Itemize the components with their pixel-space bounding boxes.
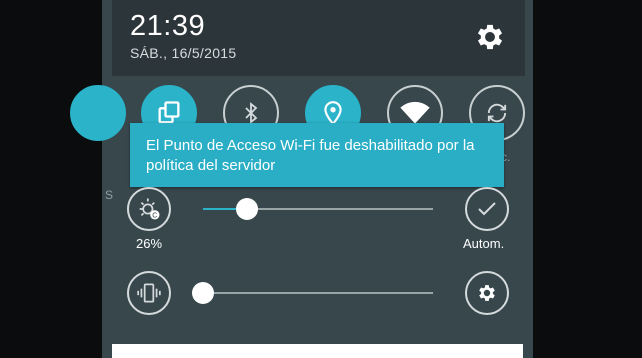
toast-message: El Punto de Acceso Wi-Fi fue deshabilita… <box>130 123 504 187</box>
qs-partial-toggle-icon[interactable] <box>70 85 126 141</box>
clock-time: 21:39 <box>130 10 206 42</box>
volume-thumb[interactable] <box>192 282 214 304</box>
clock-date: SÁB., 16/5/2015 <box>130 45 237 61</box>
auto-brightness-label: Autom. <box>463 236 505 251</box>
auto-brightness-check-icon[interactable] <box>465 187 509 231</box>
brightness-auto-icon[interactable]: C <box>127 187 171 231</box>
sound-settings-gear-icon[interactable] <box>465 271 509 315</box>
svg-text:C: C <box>152 213 157 220</box>
qs-partial-label: S <box>104 188 113 202</box>
left-background <box>0 0 112 358</box>
settings-gear-icon[interactable] <box>473 20 507 54</box>
vibrate-icon[interactable] <box>127 271 171 315</box>
right-background <box>525 0 642 358</box>
brightness-percent: 26% <box>136 236 163 251</box>
volume-track <box>203 292 433 294</box>
notification-card[interactable] <box>112 344 523 358</box>
